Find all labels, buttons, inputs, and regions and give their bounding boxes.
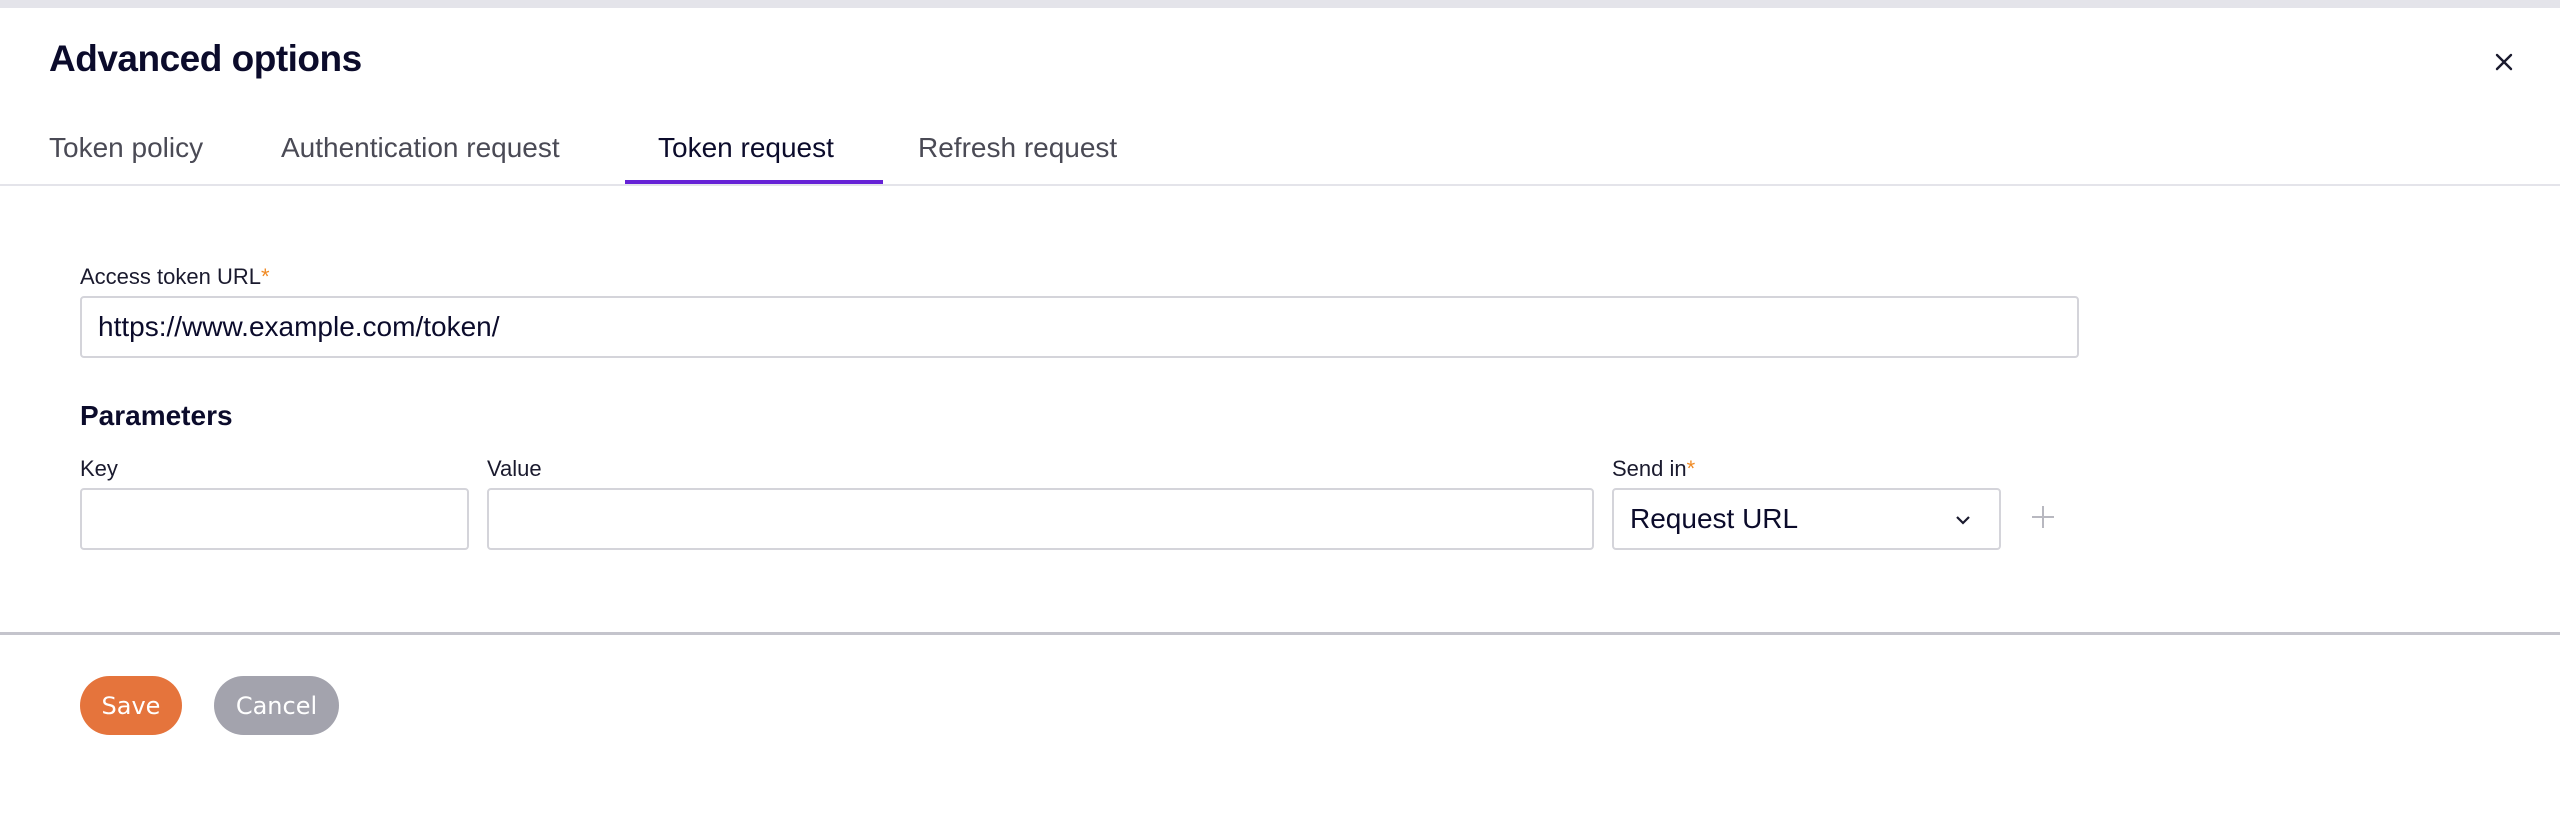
value-label: Value <box>487 456 542 481</box>
access-token-url-value: https://www.example.com/token/ <box>98 311 500 342</box>
send-in-select[interactable]: Request URL <box>1612 488 2001 550</box>
access-token-url-input[interactable]: https://www.example.com/token/ <box>80 296 2079 358</box>
cancel-button[interactable]: Cancel <box>214 676 339 735</box>
active-tab-indicator <box>625 180 883 184</box>
required-mark: * <box>260 264 270 289</box>
close-icon[interactable] <box>2490 48 2518 76</box>
access-token-url-label: Access token URL* <box>80 264 270 289</box>
send-in-label: Send in* <box>1612 456 1696 481</box>
parameters-heading: Parameters <box>80 400 233 431</box>
tab-refresh-request[interactable]: Refresh request <box>918 132 1117 164</box>
tab-token-policy[interactable]: Token policy <box>49 132 203 164</box>
tab-token-request[interactable]: Token request <box>658 132 834 164</box>
key-label: Key <box>80 456 118 481</box>
plus-icon[interactable] <box>2030 504 2056 530</box>
value-input[interactable] <box>487 488 1594 550</box>
tab-bar: Token policy Authentication request Toke… <box>0 120 2560 186</box>
required-mark: * <box>1686 456 1696 481</box>
tab-authentication-request[interactable]: Authentication request <box>281 132 560 164</box>
chevron-down-icon <box>1956 516 1970 525</box>
key-input[interactable] <box>80 488 469 550</box>
footer-divider <box>0 632 2560 635</box>
dialog-title: Advanced options <box>49 38 362 79</box>
send-in-selected-value: Request URL <box>1630 503 1799 534</box>
top-bar <box>0 0 2560 8</box>
save-button[interactable]: Save <box>80 676 182 735</box>
